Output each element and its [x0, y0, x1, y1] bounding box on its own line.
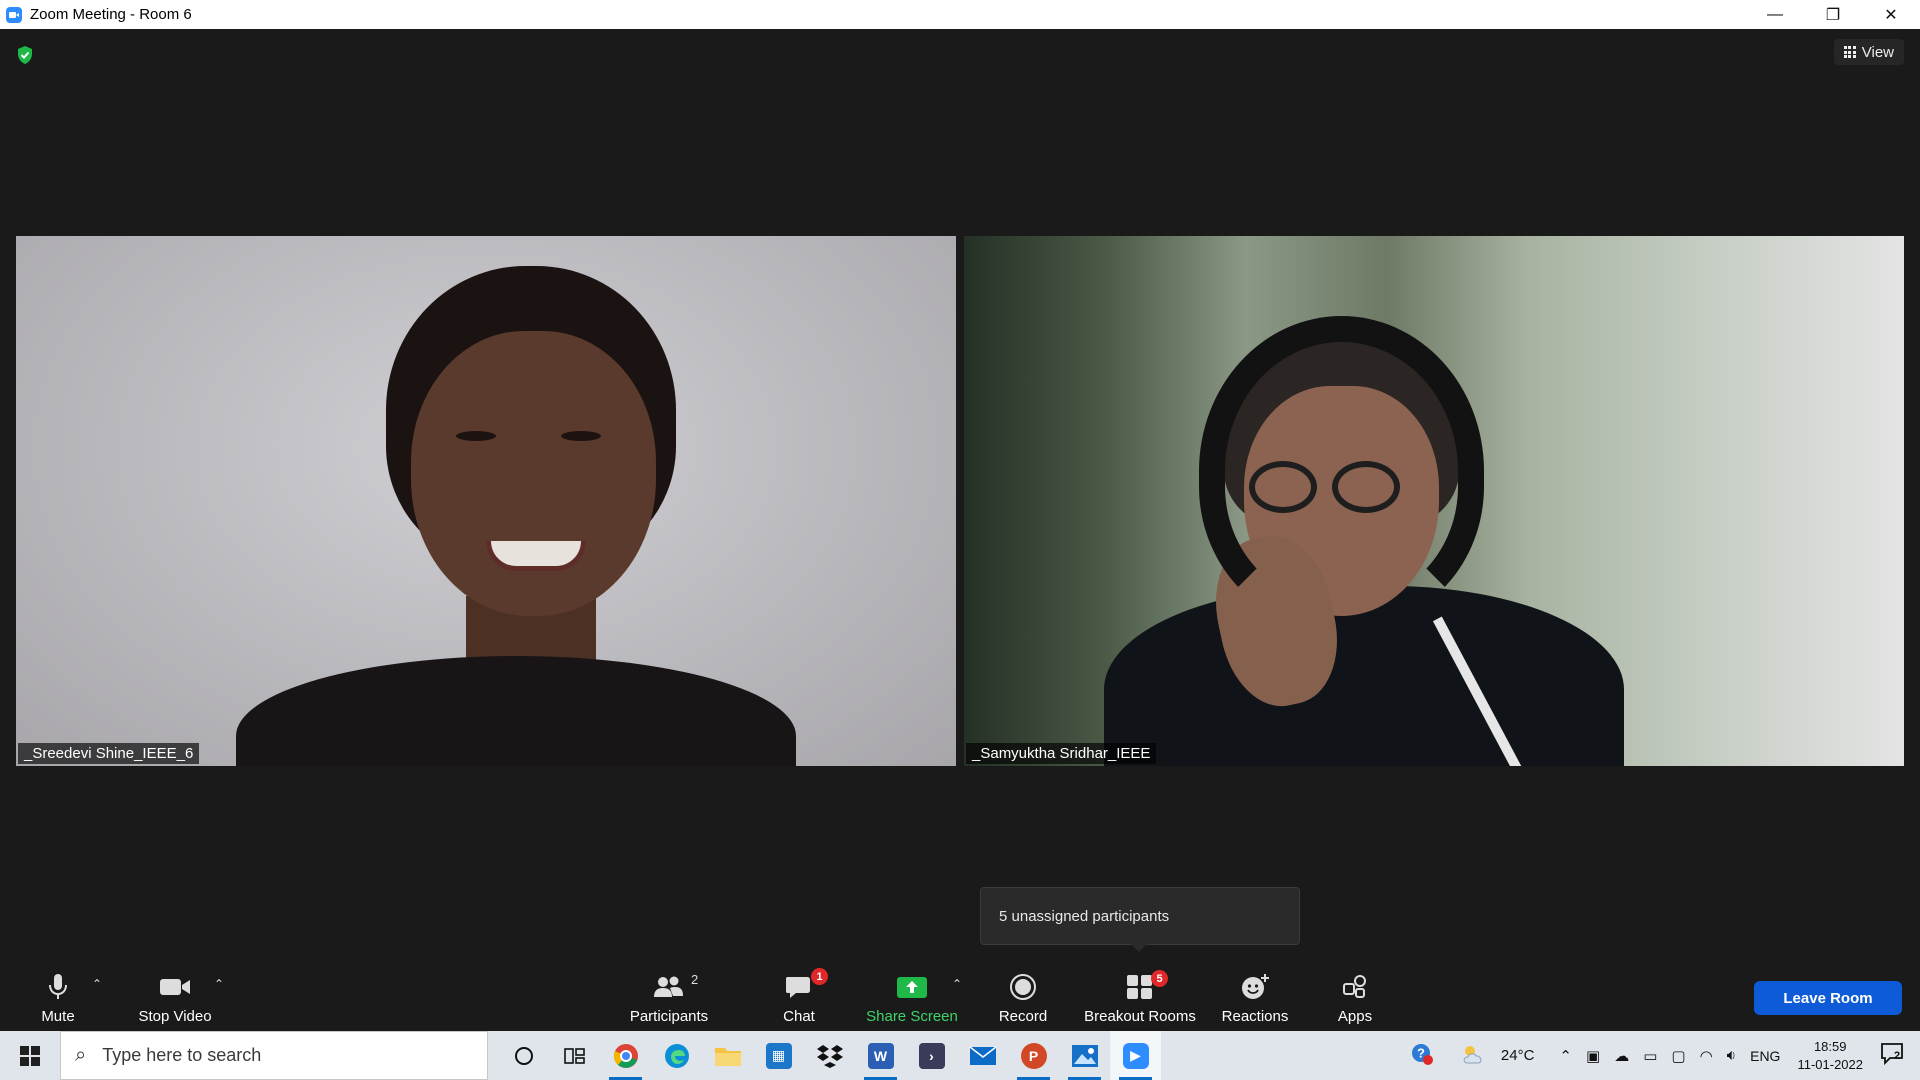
search-icon: ⌕ [75, 1044, 87, 1066]
clock-date: 11-01-2022 [1797, 1056, 1863, 1072]
participants-button[interactable]: 2 Participants [626, 961, 712, 1031]
mail-icon[interactable] [957, 1031, 1008, 1080]
breakout-badge: 5 [1151, 970, 1168, 987]
store-icon[interactable]: ▦ [753, 1031, 804, 1080]
grid-icon [1843, 46, 1856, 58]
reactions-icon [1240, 972, 1270, 1002]
participant-video-image [236, 656, 796, 766]
microphone-icon [47, 972, 69, 1002]
encryption-shield-icon[interactable] [16, 45, 34, 65]
task-view-icon[interactable] [549, 1031, 600, 1080]
breakout-rooms-icon: 5 [1126, 970, 1168, 1002]
clock-time: 18:59 [1813, 1038, 1847, 1054]
file-explorer-icon[interactable] [702, 1031, 753, 1080]
participants-icon: 2 [653, 972, 698, 1002]
meet-now-icon[interactable]: ▣ [1586, 1047, 1600, 1065]
help-icon[interactable]: ? [1410, 1042, 1434, 1070]
title-bar: Zoom Meeting - Room 6 — ❐ ✕ [0, 0, 1920, 29]
display-icon[interactable]: ▢ [1671, 1047, 1685, 1065]
system-tray: ? 24°C ⌃ ▣ ☁ ▭ ▢ ◠ 🔉︎ ENG 18:59 11-01-20… [1403, 1031, 1920, 1080]
notifications-count: 2 [1894, 1049, 1901, 1062]
video-tile[interactable]: _Sreedevi Shine_IEEE_6 [16, 236, 956, 766]
clock[interactable]: 18:59 11-01-2022 [1797, 1038, 1863, 1074]
share-screen-button[interactable]: Share Screen [864, 961, 960, 1031]
view-label: View [1861, 43, 1894, 61]
chat-badge: 1 [811, 968, 828, 985]
participant-video-image [486, 541, 586, 571]
minimize-button[interactable]: — [1746, 0, 1804, 29]
taskbar-search-box[interactable]: ⌕ Type here to search [60, 1031, 488, 1080]
windows-taskbar: ⌕ Type here to search ▦ W › P ▶ ? 24°C ⌃… [0, 1031, 1920, 1080]
close-button[interactable]: ✕ [1862, 0, 1920, 29]
photos-icon[interactable] [1059, 1031, 1110, 1080]
tray-chevron-icon[interactable]: ⌃ [1559, 1047, 1572, 1065]
battery-icon[interactable]: ▭ [1643, 1047, 1657, 1065]
wifi-icon[interactable]: ◠ [1700, 1047, 1713, 1065]
breakout-rooms-label: Breakout Rooms [1084, 1008, 1196, 1025]
share-options-caret[interactable]: ⌃ [952, 977, 962, 991]
video-camera-icon [159, 972, 191, 1002]
edge-icon[interactable] [651, 1031, 702, 1080]
apps-button[interactable]: Apps [1334, 961, 1376, 1031]
participants-label: Participants [629, 1008, 709, 1025]
breakout-tooltip: 5 unassigned participants [980, 887, 1300, 952]
audio-options-caret[interactable]: ⌃ [92, 977, 102, 991]
language-indicator[interactable]: ENG [1750, 1048, 1780, 1064]
share-screen-icon [896, 972, 928, 1002]
cortana-icon[interactable] [498, 1031, 549, 1080]
temperature[interactable]: 24°C [1501, 1047, 1535, 1064]
weather-icon[interactable] [1461, 1043, 1487, 1069]
zoom-icon[interactable]: ▶ [1110, 1031, 1161, 1080]
chrome-icon[interactable] [600, 1031, 651, 1080]
search-placeholder: Type here to search [102, 1045, 262, 1065]
meeting-toolbar: Mute ⌃ Stop Video ⌃ 2 Participants 1 Cha… [0, 961, 1920, 1031]
onedrive-icon[interactable]: ☁ [1614, 1047, 1629, 1065]
start-button[interactable] [0, 1031, 60, 1080]
participants-count: 2 [691, 972, 699, 987]
view-button[interactable]: View [1833, 39, 1904, 65]
mute-label: Mute [41, 1008, 75, 1025]
video-options-caret[interactable]: ⌃ [214, 977, 224, 991]
visual-studio-icon[interactable]: › [906, 1031, 957, 1080]
record-icon [1009, 972, 1037, 1002]
participant-name-label: _Samyuktha Sridhar_IEEE [966, 743, 1157, 764]
participant-video-image [411, 331, 656, 616]
leave-room-button[interactable]: Leave Room [1754, 981, 1902, 1015]
dropbox-icon[interactable] [804, 1031, 855, 1080]
window-title: Zoom Meeting - Room 6 [30, 6, 192, 23]
stop-video-label: Stop Video [138, 1008, 212, 1025]
restore-button[interactable]: ❐ [1804, 0, 1862, 29]
powerpoint-icon[interactable]: P [1008, 1031, 1059, 1080]
participant-video-image [1199, 316, 1484, 626]
participant-video-image [561, 431, 601, 441]
participant-name-label: _Sreedevi Shine_IEEE_6 [18, 743, 200, 764]
chat-label: Chat [783, 1008, 815, 1025]
window-controls: — ❐ ✕ [1746, 0, 1920, 29]
notifications-icon[interactable]: 2 [1880, 1042, 1906, 1070]
apps-label: Apps [1337, 1008, 1373, 1025]
reactions-label: Reactions [1221, 1008, 1289, 1025]
chat-icon: 1 [785, 968, 828, 1002]
video-tile[interactable]: _Samyuktha Sridhar_IEEE [964, 236, 1904, 766]
chat-button[interactable]: 1 Chat [776, 961, 828, 1031]
zoom-logo-icon [6, 6, 22, 23]
stop-video-button[interactable]: Stop Video [135, 961, 215, 1031]
share-screen-label: Share Screen [866, 1008, 958, 1025]
breakout-rooms-button[interactable]: 5 Breakout Rooms [1080, 961, 1200, 1031]
word-icon[interactable]: W [855, 1031, 906, 1080]
record-label: Record [998, 1008, 1048, 1025]
record-button[interactable]: Record [995, 961, 1051, 1031]
participant-video-image [456, 431, 496, 441]
apps-icon [1342, 972, 1368, 1002]
reactions-button[interactable]: Reactions [1216, 961, 1294, 1031]
mute-button[interactable]: Mute [38, 961, 78, 1031]
volume-icon[interactable]: 🔉︎ [1727, 1047, 1736, 1064]
windows-logo-icon [20, 1045, 40, 1066]
